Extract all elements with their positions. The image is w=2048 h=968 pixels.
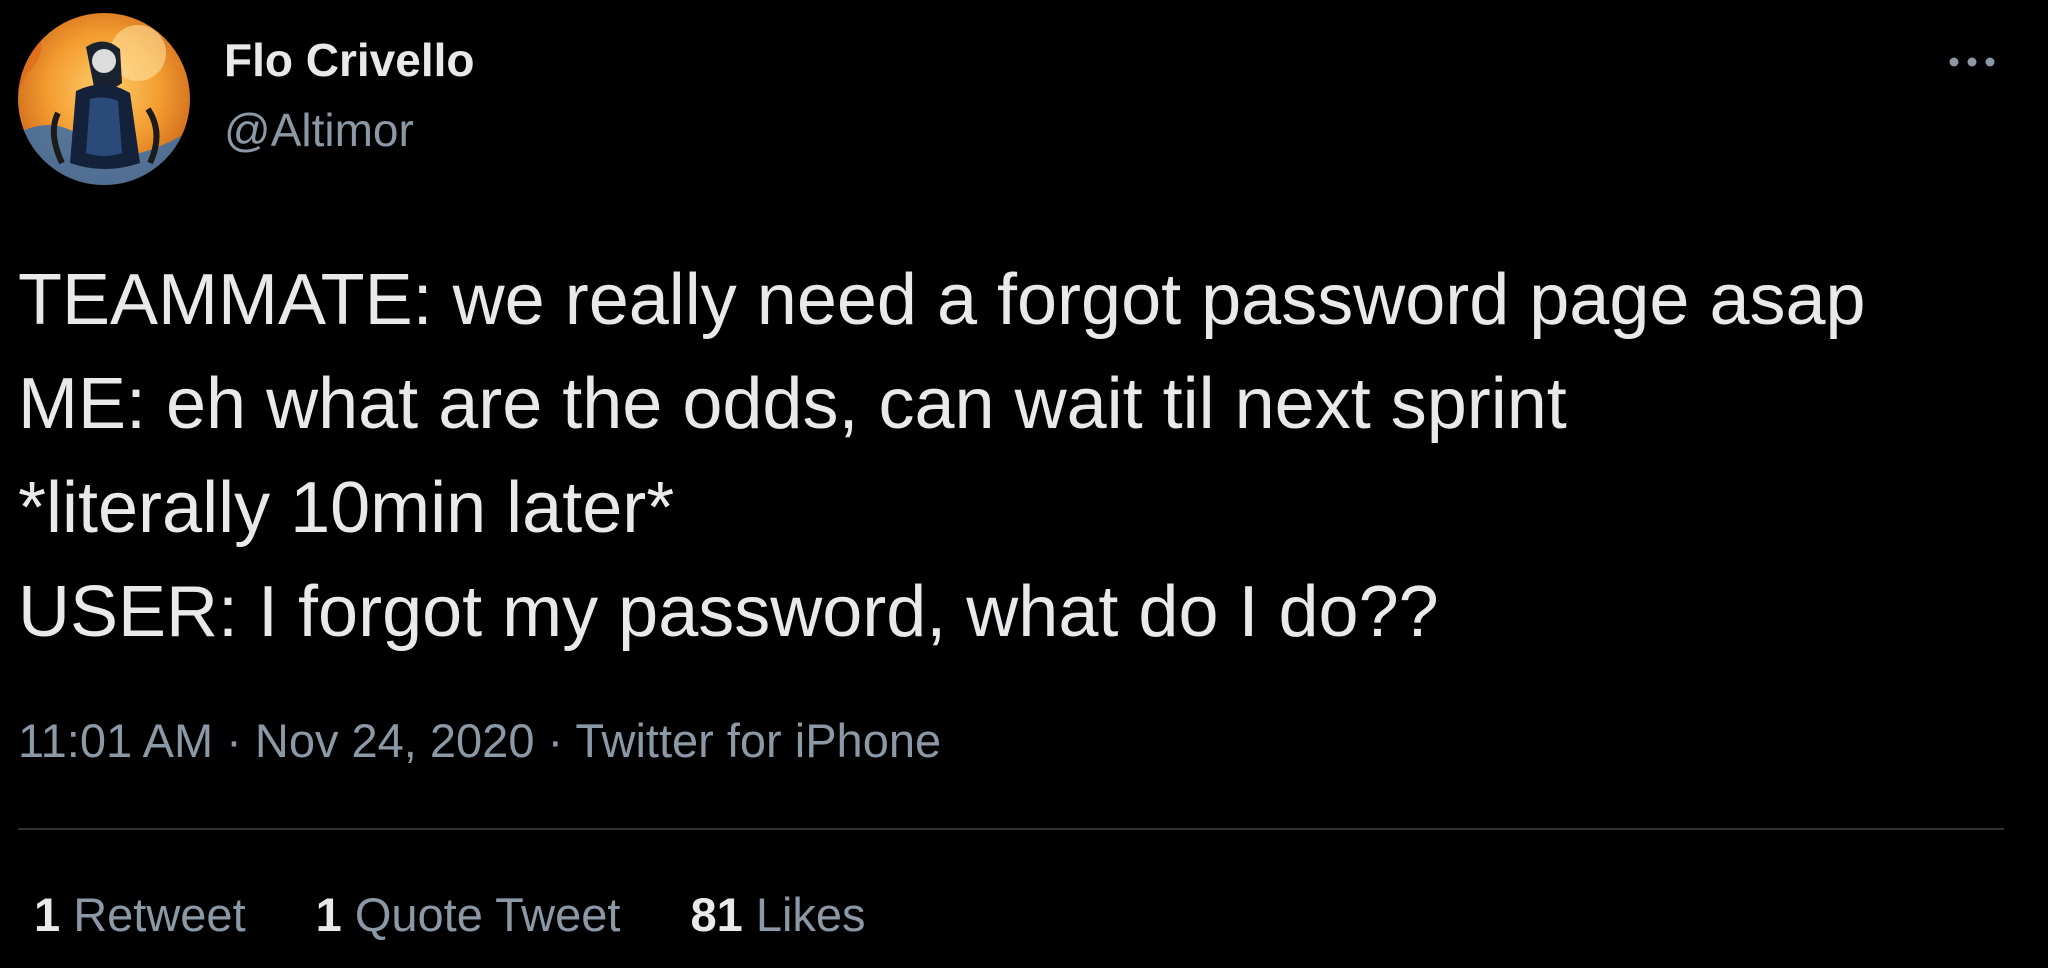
avatar-image: [18, 13, 190, 185]
retweets-label: Retweet: [73, 888, 246, 941]
meta-separator: ·: [534, 714, 576, 767]
tweet-time[interactable]: 11:01 AM: [18, 714, 213, 767]
retweets-count: 1: [34, 888, 61, 941]
avatar[interactable]: [18, 13, 190, 185]
more-options-icon[interactable]: [1944, 42, 2000, 82]
likes-count: 81: [690, 888, 743, 941]
tweet-date[interactable]: Nov 24, 2020: [255, 714, 535, 767]
author-handle[interactable]: @Altimor: [224, 104, 414, 157]
tweet-text-line: TEAMMATE: we really need a forgot passwo…: [18, 260, 1866, 340]
tweet-source[interactable]: Twitter for iPhone: [575, 714, 941, 767]
meta-separator: ·: [213, 714, 255, 767]
tweet-text: TEAMMATE: we really need a forgot passwo…: [18, 248, 2008, 664]
tweet-card: Flo Crivello @Altimor TEAMMATE: we reall…: [0, 0, 2048, 968]
likes-label: Likes: [755, 888, 866, 941]
tweet-text-line: ME: eh what are the odds, can wait til n…: [18, 364, 1567, 444]
quote-tweets-label: Quote Tweet: [354, 888, 621, 941]
engagement-stats: 1 Retweet 1 Quote Tweet 81 Likes: [34, 888, 866, 942]
likes-stat[interactable]: 81 Likes: [690, 888, 865, 942]
divider: [18, 828, 2004, 830]
retweets-stat[interactable]: 1 Retweet: [34, 888, 246, 942]
tweet-metadata: 11:01 AM · Nov 24, 2020 · Twitter for iP…: [18, 714, 941, 768]
quote-tweets-count: 1: [315, 888, 342, 941]
author-display-name[interactable]: Flo Crivello: [224, 34, 474, 87]
tweet-text-line: USER: I forgot my password, what do I do…: [18, 572, 1439, 652]
quote-tweets-stat[interactable]: 1 Quote Tweet: [316, 888, 621, 942]
tweet-text-line: *literally 10min later*: [18, 468, 675, 548]
more-dots-svg: [1949, 57, 1995, 67]
